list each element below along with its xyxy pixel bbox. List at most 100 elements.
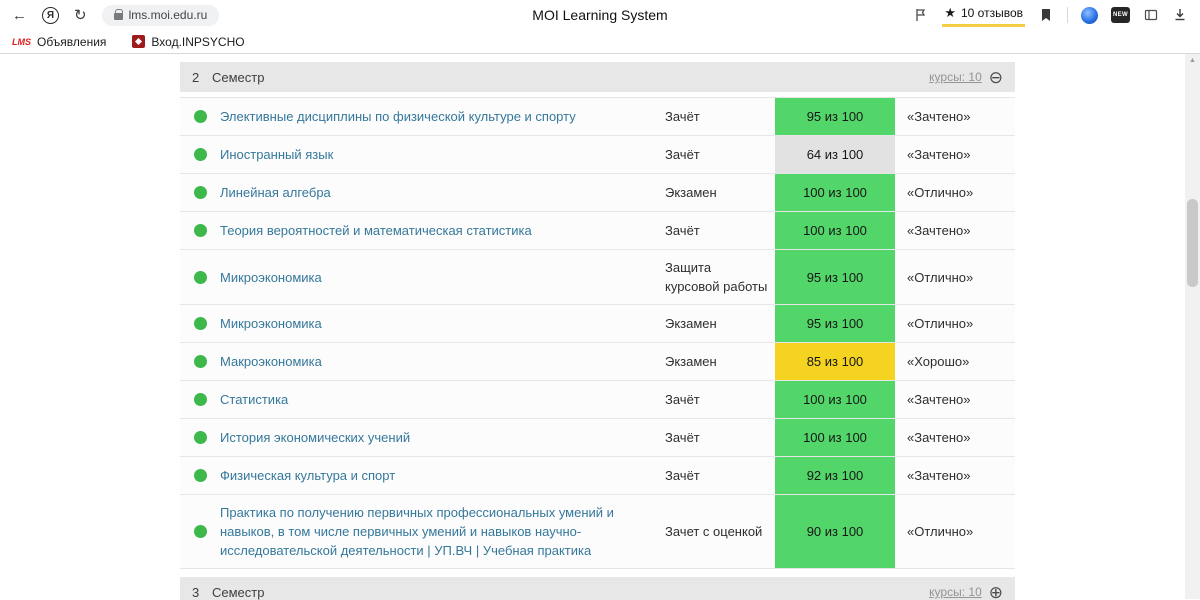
collapse-icon[interactable]: ⊖: [989, 69, 1003, 86]
status-dot-cell: [180, 98, 220, 135]
scrollbar-thumb[interactable]: [1187, 199, 1198, 287]
course-link[interactable]: История экономических учений: [220, 428, 410, 447]
score-badge: 95 из 100: [775, 250, 895, 304]
score-badge: 85 из 100: [775, 343, 895, 380]
lock-icon: [113, 9, 124, 20]
course-row: Иностранный язык Зачёт 64 из 100 «Зачтен…: [180, 136, 1015, 174]
sidebar-panel-icon[interactable]: [1143, 7, 1159, 23]
status-dot-cell: [180, 495, 220, 568]
courses-count-link[interactable]: курсы: 10: [929, 70, 982, 84]
extension-browser-icon[interactable]: [1081, 6, 1098, 24]
course-row: Элективные дисциплины по физической куль…: [180, 98, 1015, 136]
collections-flag-icon[interactable]: [913, 7, 929, 23]
grade-text: «Отлично»: [907, 269, 974, 285]
score-badge: 95 из 100: [775, 98, 895, 135]
status-dot-cell: [180, 136, 220, 173]
course-link[interactable]: Физическая культура и спорт: [220, 466, 395, 485]
grade-text: «Зачтено»: [907, 223, 971, 238]
grade-text: «Зачтено»: [907, 392, 971, 407]
status-dot-cell: [180, 305, 220, 342]
grade-text: «Хорошо»: [907, 354, 970, 369]
download-icon[interactable]: [1172, 7, 1188, 23]
course-name-cell: Статистика: [220, 381, 665, 418]
back-icon[interactable]: ←: [12, 8, 27, 23]
course-name-cell: Практика по получению первичных професси…: [220, 495, 665, 568]
status-dot-icon: [193, 224, 207, 237]
assessment-type: Зачёт: [665, 147, 700, 162]
status-dot-icon: [193, 393, 207, 406]
course-row: История экономических учений Зачёт 100 и…: [180, 419, 1015, 457]
score-badge: 100 из 100: [775, 419, 895, 456]
grade-text: «Зачтено»: [907, 147, 971, 162]
course-row: Микроэкономика Защита курсовой работы 95…: [180, 250, 1015, 305]
course-row: Физическая культура и спорт Зачёт 92 из …: [180, 457, 1015, 495]
status-dot-cell: [180, 457, 220, 494]
address-bar[interactable]: lms.moi.edu.ru: [101, 4, 220, 26]
status-dot-icon: [193, 110, 207, 123]
status-dot-icon: [193, 317, 207, 330]
course-row: Статистика Зачёт 100 из 100 «Зачтено»: [180, 381, 1015, 419]
course-link[interactable]: Линейная алгебра: [220, 183, 331, 202]
course-link[interactable]: Статистика: [220, 390, 288, 409]
course-name-cell: Теория вероятностей и математическая ста…: [220, 212, 665, 249]
course-link[interactable]: Элективные дисциплины по физической куль…: [220, 107, 576, 126]
course-name-cell: История экономических учений: [220, 419, 665, 456]
expand-icon[interactable]: ⊕: [989, 584, 1003, 600]
bookmark-icon[interactable]: [1038, 7, 1054, 23]
status-dot-icon: [193, 525, 207, 538]
bookmark-item-inpsycho[interactable]: Вход.INPSYCHO: [132, 34, 245, 49]
bookmark-item-announcements[interactable]: LMS Объявления: [12, 35, 106, 49]
toolbar-right-group: ★ 10 отзывов NEW: [913, 3, 1188, 27]
grades-table: 2 Семестр курсы: 10 ⊖ Элективные дисципл…: [180, 54, 1015, 600]
assessment-type: Зачёт: [665, 392, 700, 407]
semester-header-right: курсы: 10 ⊕: [929, 584, 1003, 600]
assessment-type: Зачёт: [665, 109, 700, 124]
score-badge: 95 из 100: [775, 305, 895, 342]
course-link[interactable]: Практика по получению первичных професси…: [220, 503, 651, 560]
score-badge: 100 из 100: [775, 174, 895, 211]
scrollbar[interactable]: ▲: [1185, 54, 1200, 599]
star-icon: ★: [944, 5, 956, 20]
yandex-logo-icon[interactable]: Я: [42, 6, 59, 24]
course-link[interactable]: Теория вероятностей и математическая ста…: [220, 221, 532, 240]
grade-text: «Зачтено»: [907, 468, 971, 483]
lms-logo-icon: LMS: [12, 36, 31, 47]
course-row: Практика по получению первичных професси…: [180, 495, 1015, 569]
course-link[interactable]: Микроэкономика: [220, 268, 322, 287]
browser-toolbar: ← Я ↻ lms.moi.edu.ru MOI Learning System…: [0, 0, 1200, 30]
grade-text: «Отлично»: [907, 524, 974, 539]
status-dot-icon: [193, 355, 207, 368]
semester-2-header: 2 Семестр курсы: 10 ⊖: [180, 62, 1015, 92]
course-link[interactable]: Иностранный язык: [220, 145, 333, 164]
courses-count-link[interactable]: курсы: 10: [929, 585, 982, 599]
course-row: Теория вероятностей и математическая ста…: [180, 212, 1015, 250]
toolbar-divider: [1067, 7, 1068, 23]
assessment-type: Зачёт: [665, 223, 700, 238]
score-badge: 64 из 100: [775, 136, 895, 173]
extension-new-icon[interactable]: NEW: [1111, 7, 1130, 23]
course-name-cell: Линейная алгебра: [220, 174, 665, 211]
course-name-cell: Иностранный язык: [220, 136, 665, 173]
status-dot-icon: [193, 469, 207, 482]
bookmark-label: Объявления: [37, 34, 107, 49]
url-text: lms.moi.edu.ru: [128, 8, 208, 22]
scroll-up-icon[interactable]: ▲: [1185, 57, 1200, 64]
assessment-type: Зачёт: [665, 468, 700, 483]
reviews-button[interactable]: ★ 10 отзывов: [942, 3, 1025, 27]
course-link[interactable]: Макроэкономика: [220, 352, 322, 371]
bookmark-label: Вход.INPSYCHO: [151, 34, 245, 49]
course-row: Линейная алгебра Экзамен 100 из 100 «Отл…: [180, 174, 1015, 212]
grade-text: «Зачтено»: [907, 109, 971, 124]
status-dot-icon: [193, 270, 207, 284]
bookmarks-bar: LMS Объявления Вход.INPSYCHO: [0, 30, 1200, 54]
status-dot-cell: [180, 174, 220, 211]
inpsycho-emblem-icon: [132, 35, 146, 48]
semester-title: Семестр: [212, 584, 265, 600]
grade-text: «Отлично»: [907, 185, 974, 200]
assessment-type: Экзамен: [665, 185, 717, 200]
course-link[interactable]: Микроэкономика: [220, 314, 322, 333]
semester-3-header: 3 Семестр курсы: 10 ⊕: [180, 577, 1015, 600]
course-rows: Элективные дисциплины по физической куль…: [180, 97, 1015, 569]
score-badge: 100 из 100: [775, 381, 895, 418]
refresh-icon[interactable]: ↻: [74, 8, 87, 23]
